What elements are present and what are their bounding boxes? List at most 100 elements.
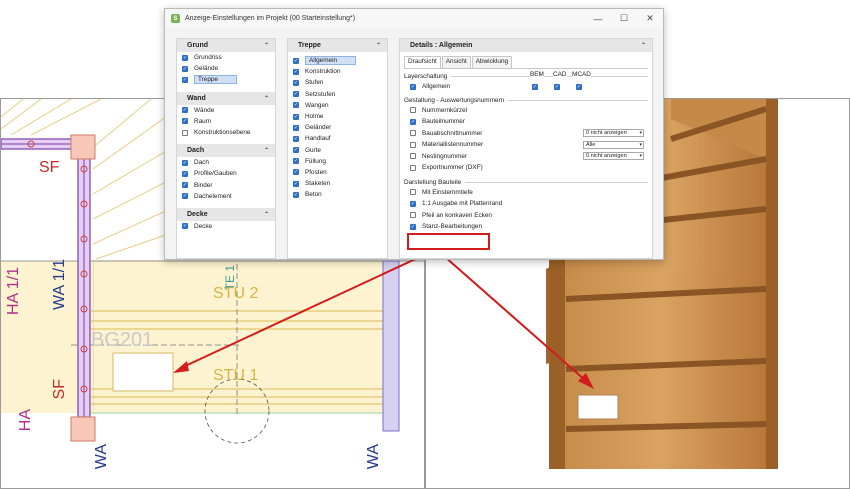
treppe-item[interactable]: ✓ Füllung bbox=[288, 156, 387, 167]
checkbox[interactable]: ✓ bbox=[182, 159, 188, 166]
treppe-item[interactable]: ✓ Setzstufen bbox=[288, 89, 387, 100]
category-item[interactable]: ✓ Gelände bbox=[177, 63, 275, 74]
checkbox[interactable]: ✓ bbox=[182, 76, 188, 83]
checkbox[interactable]: ✓ bbox=[293, 79, 299, 86]
treppe-header[interactable]: Treppe ⌃ bbox=[288, 39, 387, 52]
category-item[interactable]: Konstruktionsebene bbox=[177, 127, 275, 138]
maximize-button[interactable]: ☐ bbox=[611, 13, 637, 24]
option-dropdown[interactable]: 0 nicht anzeigen ▾ bbox=[583, 152, 644, 161]
checkbox[interactable] bbox=[410, 189, 416, 196]
treppe-list: Treppe ⌃ ✓ Allgemein ✓ Konstruktion ✓ Stufen ✓… bbox=[287, 38, 388, 259]
checkbox[interactable]: ✓ bbox=[293, 113, 299, 120]
tab-ansicht[interactable]: Ansicht bbox=[441, 56, 471, 68]
treppe-item-label: Geländer bbox=[305, 124, 332, 132]
category-item[interactable]: ✓ Treppe bbox=[177, 74, 275, 85]
treppe-item[interactable]: ✓ Allgemein bbox=[288, 55, 387, 66]
minimize-button[interactable]: — bbox=[585, 14, 611, 24]
checkbox[interactable]: ✓ bbox=[182, 118, 188, 125]
treppe-item[interactable]: ✓ Handlauf bbox=[288, 133, 387, 144]
option-dropdown[interactable]: Alle ▾ bbox=[583, 140, 644, 149]
darstellung-group: Darstellung Bauteile bbox=[400, 174, 652, 187]
treppe-item-label: Setzstufen bbox=[305, 90, 336, 98]
chevron-up-icon: ⌃ bbox=[640, 43, 646, 49]
category-item[interactable]: ✓ Wände bbox=[177, 105, 275, 116]
category-item-label: Konstruktionsebene bbox=[194, 129, 251, 137]
checkbox[interactable]: ✓ bbox=[182, 223, 188, 230]
category-item-label: Binder bbox=[194, 181, 213, 189]
option-label: Exportnummer (DXF) bbox=[422, 164, 483, 172]
section-header-decke[interactable]: Decke ⌃ bbox=[177, 207, 275, 221]
cad-checkbox[interactable]: ✓ bbox=[554, 83, 560, 90]
treppe-item-label: Konstruktion bbox=[305, 68, 341, 76]
category-item-label: Wände bbox=[194, 106, 215, 114]
category-item[interactable]: ✓ Decke bbox=[177, 221, 275, 232]
treppe-item[interactable]: ✓ Staketen bbox=[288, 178, 387, 189]
checkbox[interactable]: ✓ bbox=[293, 91, 299, 98]
checkbox[interactable]: ✓ bbox=[182, 107, 188, 114]
checkbox[interactable]: ✓ bbox=[410, 118, 416, 125]
layer-row-allgemein: ✓ Allgemein ✓ ✓ ✓ bbox=[400, 81, 652, 93]
checkbox[interactable] bbox=[410, 130, 416, 137]
dialog-title: Anzeige-Einstellungen im Projekt (00 Sta… bbox=[185, 15, 356, 22]
checkbox[interactable]: ✓ bbox=[293, 124, 299, 131]
gestaltung-title: Gestaltung - Auswertungsnummern bbox=[404, 96, 505, 104]
category-item[interactable]: ✓ Grundriss bbox=[177, 52, 275, 63]
treppe-item[interactable]: ✓ Beton bbox=[288, 189, 387, 200]
checkbox[interactable]: ✓ bbox=[410, 200, 416, 207]
treppe-item[interactable]: ✓ Wangen bbox=[288, 100, 387, 111]
label-ha: HA bbox=[17, 409, 34, 432]
section-header-grund[interactable]: Grund ⌃ bbox=[177, 39, 275, 52]
checkbox[interactable] bbox=[410, 153, 416, 160]
section-header-dach[interactable]: Dach ⌃ bbox=[177, 144, 275, 158]
checkbox[interactable]: ✓ bbox=[293, 191, 299, 198]
mcad-checkbox[interactable]: ✓ bbox=[576, 83, 582, 90]
checkbox[interactable] bbox=[410, 164, 416, 171]
checkbox[interactable]: ✓ bbox=[182, 170, 188, 177]
treppe-item[interactable]: ✓ Pfosten bbox=[288, 167, 387, 178]
checkbox[interactable]: ✓ bbox=[293, 147, 299, 154]
category-item[interactable]: ✓ Raum bbox=[177, 116, 275, 127]
treppe-item-label: Allgemein bbox=[305, 56, 357, 66]
treppe-item[interactable]: ✓ Konstruktion bbox=[288, 66, 387, 77]
close-button[interactable]: ✕ bbox=[637, 13, 663, 24]
details-header[interactable]: Details : Allgemein ⌃ bbox=[400, 39, 652, 52]
checkbox[interactable]: ✓ bbox=[182, 193, 188, 200]
dialog-titlebar: S Anzeige-Einstellungen im Projekt (00 S… bbox=[165, 9, 663, 28]
checkbox[interactable]: ✓ bbox=[182, 65, 188, 72]
label-stu1: STU 1 bbox=[213, 367, 259, 384]
treppe-item[interactable]: ✓ Gurte bbox=[288, 145, 387, 156]
checkbox[interactable]: ✓ bbox=[293, 68, 299, 75]
treppe-item[interactable]: ✓ Holme bbox=[288, 111, 387, 122]
section-header-wand[interactable]: Wand ⌃ bbox=[177, 91, 275, 105]
checkbox[interactable] bbox=[410, 107, 416, 114]
category-item[interactable]: ✓ Profile/Gauben bbox=[177, 168, 275, 179]
category-item[interactable]: ✓ Dachelement bbox=[177, 191, 275, 202]
bem-checkbox[interactable]: ✓ bbox=[532, 83, 538, 90]
tab-abwicklung[interactable]: Abwicklung bbox=[471, 56, 513, 68]
checkbox[interactable]: ✓ bbox=[293, 180, 299, 187]
checkbox[interactable] bbox=[410, 212, 416, 219]
checkbox[interactable]: ✓ bbox=[410, 83, 416, 90]
category-item[interactable]: ✓ Binder bbox=[177, 180, 275, 191]
checkbox[interactable]: ✓ bbox=[410, 223, 416, 230]
tab-draufsicht[interactable]: Draufsicht bbox=[404, 56, 441, 68]
option-label: Materiallistennummer bbox=[422, 141, 484, 149]
checkbox[interactable]: ✓ bbox=[182, 182, 188, 189]
treppe-item[interactable]: ✓ Geländer bbox=[288, 122, 387, 133]
checkbox[interactable] bbox=[410, 141, 416, 148]
checkbox[interactable]: ✓ bbox=[293, 135, 299, 142]
category-item[interactable]: ✓ Dach bbox=[177, 157, 275, 168]
option-row: Nummernkürzel bbox=[400, 105, 652, 117]
treppe-item[interactable]: ✓ Stufen bbox=[288, 77, 387, 88]
checkbox[interactable]: ✓ bbox=[293, 102, 299, 109]
checkbox[interactable]: ✓ bbox=[293, 158, 299, 165]
label-wa-left: WA bbox=[93, 444, 110, 470]
treppe-item-label: Stufen bbox=[305, 79, 324, 87]
option-dropdown[interactable]: 0 nicht anzeigen ▾ bbox=[583, 129, 644, 138]
checkbox[interactable]: ✓ bbox=[182, 54, 188, 61]
app-icon: S bbox=[171, 14, 180, 23]
checkbox[interactable]: ✓ bbox=[293, 57, 299, 64]
checkbox[interactable]: ✓ bbox=[293, 169, 299, 176]
col-mcad: MCAD bbox=[572, 71, 591, 78]
checkbox[interactable] bbox=[182, 129, 188, 136]
